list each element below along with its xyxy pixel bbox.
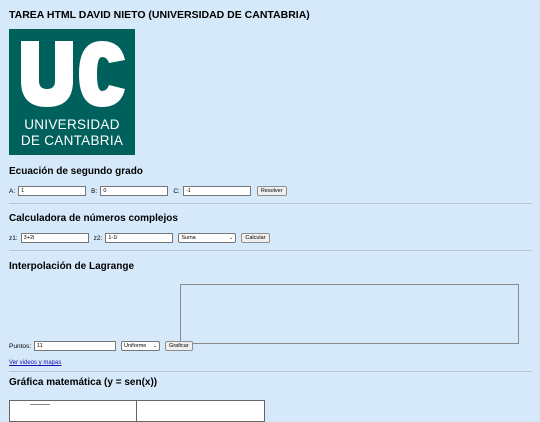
sine-graph-canvas[interactable] xyxy=(9,400,265,422)
z2-label: z2: xyxy=(93,234,103,242)
videos-maps-link[interactable]: Ver videos y mapas xyxy=(9,360,61,366)
distribution-value: Uniforme xyxy=(124,343,147,349)
graph-heading: Gráfica matemática (y = sen(x)) xyxy=(9,377,158,388)
c-input[interactable]: -1 xyxy=(182,186,251,196)
z1-label: z1: xyxy=(9,234,18,242)
lagrange-form: Puntos: 11 Uniforme ⌄ Graficar xyxy=(9,340,193,352)
z1-input[interactable]: 3+2i xyxy=(20,233,89,243)
solve-button[interactable]: Resolver xyxy=(256,186,287,196)
chevron-down-icon: ⌄ xyxy=(229,235,234,241)
graph-axis xyxy=(136,401,137,421)
lagrange-canvas[interactable] xyxy=(180,284,519,344)
university-logo: UNIVERSIDAD DE CANTABRIA xyxy=(9,29,135,155)
complex-form: z1: 3+2i z2: 1-1i Suma ⌄ Calcular xyxy=(9,232,270,244)
b-input[interactable]: 0 xyxy=(100,186,169,196)
chevron-down-icon: ⌄ xyxy=(152,343,158,349)
operation-value: Suma xyxy=(181,235,196,241)
points-label: Puntos: xyxy=(9,342,32,350)
operation-select[interactable]: Suma ⌄ xyxy=(178,233,237,243)
logo-text-line1: UNIVERSIDAD xyxy=(24,117,120,132)
page-title: TAREA HTML DAVID NIETO (UNIVERSIDAD DE C… xyxy=(9,9,310,21)
plot-button[interactable]: Graficar xyxy=(165,341,193,351)
divider xyxy=(9,371,532,372)
c-label: C: xyxy=(173,187,180,195)
points-input[interactable]: 11 xyxy=(34,341,117,351)
complex-heading: Calculadora de números complejos xyxy=(9,213,178,224)
z2-input[interactable]: 1-1i xyxy=(105,233,174,243)
a-label: A: xyxy=(9,187,16,195)
quadratic-heading: Ecuación de segundo grado xyxy=(9,166,143,177)
b-label: B: xyxy=(91,187,98,195)
divider xyxy=(9,203,532,204)
distribution-select[interactable]: Uniforme ⌄ xyxy=(121,341,161,351)
logo-text-line2: DE CANTABRIA xyxy=(20,133,124,148)
lagrange-heading: Interpolación de Lagrange xyxy=(9,261,135,272)
divider xyxy=(9,250,532,251)
quadratic-form: A: 1 B: 0 C: -1 Resolver xyxy=(9,185,287,197)
a-input[interactable]: 1 xyxy=(18,186,87,196)
uc-monogram-icon xyxy=(21,41,125,107)
calculate-button[interactable]: Calcular xyxy=(241,233,270,243)
